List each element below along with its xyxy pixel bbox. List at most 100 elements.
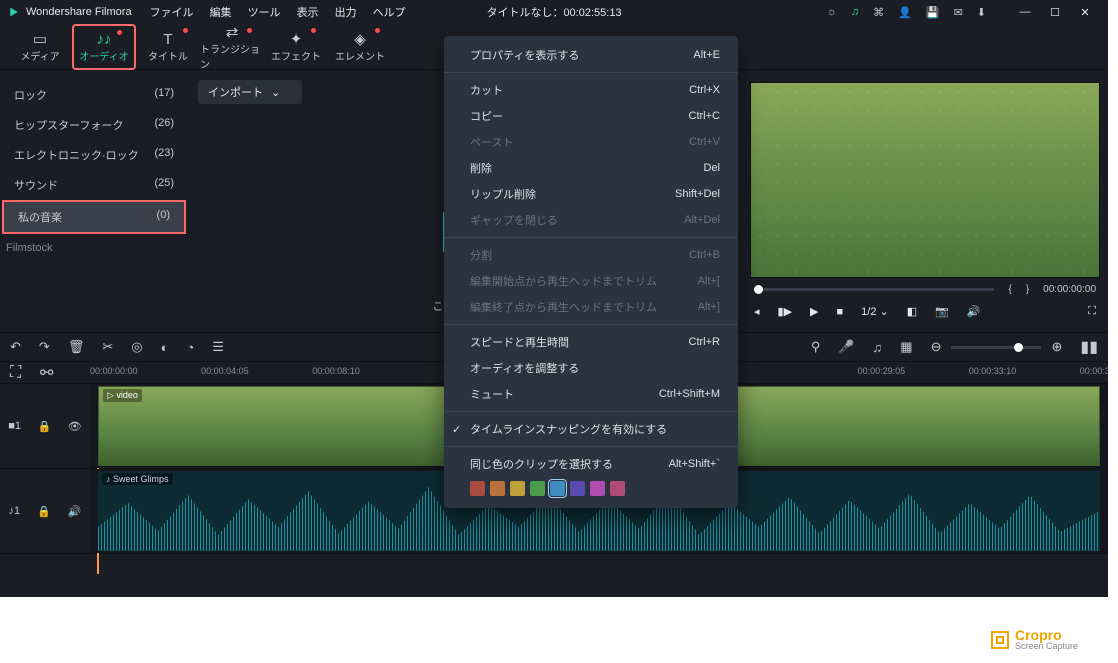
- cat-elecrock[interactable]: エレクトロニック·ロック(23): [0, 140, 188, 170]
- menu-tool[interactable]: ツール: [248, 4, 281, 20]
- ruler-chain-icon[interactable]: ⚯: [40, 363, 53, 383]
- brightness-icon[interactable]: ☼: [827, 6, 837, 18]
- menu-edit[interactable]: 編集: [210, 4, 232, 20]
- app-logo-icon: [8, 6, 20, 18]
- color-swatch[interactable]: [530, 481, 545, 496]
- play-back-icon[interactable]: ▮▶: [778, 305, 793, 318]
- import-button[interactable]: インポート⌄: [198, 80, 302, 104]
- brace-left: {: [1008, 284, 1011, 295]
- download-icon[interactable]: ⬇: [977, 6, 986, 19]
- prev-frame-icon[interactable]: ◂: [754, 305, 760, 318]
- ctx-speed[interactable]: スピードと再生時間Ctrl+R: [444, 329, 738, 355]
- visible-icon[interactable]: 👁: [68, 420, 82, 433]
- ruler-link-icon[interactable]: ⛶: [10, 364, 21, 382]
- headphones-icon[interactable]: ♫: [851, 6, 859, 18]
- color-icon[interactable]: ◐: [161, 340, 169, 355]
- color-swatch[interactable]: [510, 481, 525, 496]
- account-icon[interactable]: 👤: [898, 6, 912, 19]
- preview-slider[interactable]: [754, 288, 994, 291]
- undo-icon[interactable]: ↶: [10, 339, 21, 355]
- gift-icon[interactable]: ⌘: [873, 6, 884, 19]
- cat-sound[interactable]: サウンド(25): [0, 170, 188, 200]
- preview-ratio[interactable]: 1/2 ⌄: [861, 305, 889, 318]
- zoom-in-icon[interactable]: ⊕: [1051, 339, 1062, 355]
- lock-icon[interactable]: 🔒: [37, 505, 51, 518]
- mic-icon[interactable]: 🎤: [838, 339, 854, 355]
- filmora-window: Wondershare Filmora ファイル 編集 ツール 表示 出力 ヘル…: [0, 0, 1108, 597]
- quality-icon[interactable]: ◧: [907, 305, 917, 318]
- ctx-color-select[interactable]: 同じ色のクリップを選択するAlt+Shift+`: [444, 451, 738, 477]
- brace-right: }: [1026, 284, 1029, 295]
- ctx-mute[interactable]: ミュートCtrl+Shift+M: [444, 381, 738, 407]
- menu-view[interactable]: 表示: [297, 4, 319, 20]
- minimize-button[interactable]: —: [1010, 6, 1040, 19]
- mail-icon[interactable]: ✉: [954, 6, 963, 19]
- maximize-button[interactable]: ☐: [1040, 6, 1070, 19]
- color-swatch[interactable]: [590, 481, 605, 496]
- time-icon[interactable]: ◔: [186, 340, 194, 355]
- preview-viewport[interactable]: [750, 82, 1100, 278]
- save-icon[interactable]: 💾: [926, 6, 940, 19]
- redo-icon[interactable]: ↷: [39, 339, 50, 355]
- tick: 00:00:29:05: [858, 366, 906, 376]
- ctx-copy[interactable]: コピーCtrl+C: [444, 103, 738, 129]
- color-swatch[interactable]: [470, 481, 485, 496]
- cat-rock[interactable]: ロック(17): [0, 80, 188, 110]
- ctx-props[interactable]: プロパティを表示するAlt+E: [444, 42, 738, 68]
- fullscreen-icon[interactable]: ⛶: [1088, 305, 1096, 318]
- ctx-trim-end: 編集終了点から再生ヘッドまでトリムAlt+]: [444, 294, 738, 320]
- watermark: Cropro Screen Capture: [991, 628, 1078, 651]
- menu-export[interactable]: 出力: [335, 4, 357, 20]
- color-swatch[interactable]: [490, 481, 505, 496]
- zoom-slider[interactable]: [951, 346, 1041, 349]
- titlebar: Wondershare Filmora ファイル 編集 ツール 表示 出力 ヘル…: [0, 0, 1108, 24]
- play-icon[interactable]: ▶: [810, 305, 818, 318]
- snapshot-icon[interactable]: 📷: [935, 305, 949, 318]
- thumbnail-icon[interactable]: ▮▮: [1080, 337, 1098, 357]
- settings-icon[interactable]: ☰: [212, 339, 224, 355]
- ctx-snap[interactable]: ✓タイムラインスナッピングを有効にする: [444, 416, 738, 442]
- tab-transition[interactable]: ⇄トランジション: [200, 24, 264, 70]
- ctx-audio-adjust[interactable]: オーディオを調整する: [444, 355, 738, 381]
- zoom-out-icon[interactable]: ⊖: [931, 339, 942, 355]
- tab-audio[interactable]: ♪♪オーディオ: [72, 24, 136, 70]
- preview-controls: ◂ ▮▶ ▶ ■ 1/2 ⌄ ◧ 📷 🔊 ⛶: [742, 301, 1108, 324]
- marker-icon[interactable]: ⚲: [811, 339, 821, 355]
- clip-label: ♪ Sweet Glimps: [102, 473, 173, 485]
- ctx-trim-start: 編集開始点から再生ヘッドまでトリムAlt+[: [444, 268, 738, 294]
- tick: 00:00:00:00: [90, 366, 138, 376]
- track-label: ■1: [8, 420, 21, 432]
- color-swatch[interactable]: [610, 481, 625, 496]
- eye-icon[interactable]: ◎: [131, 339, 142, 355]
- menu-file[interactable]: ファイル: [150, 4, 194, 20]
- audio-track-head: ♪1 🔒 🔊: [0, 469, 90, 553]
- cut-icon[interactable]: ✂: [102, 339, 113, 355]
- ctx-delete[interactable]: 削除Del: [444, 155, 738, 181]
- color-swatch[interactable]: [570, 481, 585, 496]
- tab-effect[interactable]: ✦エフェクト: [264, 24, 328, 70]
- tick: 00:00:04:05: [201, 366, 249, 376]
- music-icon[interactable]: ♫: [873, 340, 883, 355]
- lock-icon[interactable]: 🔒: [38, 420, 52, 433]
- filmstock-label[interactable]: Filmstock: [0, 234, 188, 254]
- mute-icon[interactable]: 🔊: [68, 505, 82, 518]
- cat-my-music[interactable]: 私の音楽(0): [2, 200, 186, 234]
- volume-icon[interactable]: 🔊: [967, 305, 981, 318]
- titlebar-right: ☼ ♫ ⌘ 👤 💾 ✉ ⬇ — ☐ ✕: [827, 6, 1100, 19]
- category-sidebar: ロック(17) ヒップスターフォーク(26) エレクトロニック·ロック(23) …: [0, 70, 188, 332]
- tab-element[interactable]: ◈エレメント: [328, 24, 392, 70]
- ctx-cut[interactable]: カットCtrl+X: [444, 77, 738, 103]
- color-swatch[interactable]: [550, 481, 565, 496]
- delete-icon[interactable]: 🗑: [68, 339, 85, 355]
- menu-help[interactable]: ヘルプ: [373, 4, 406, 20]
- tab-title[interactable]: Tタイトル: [136, 24, 200, 70]
- cat-hipster[interactable]: ヒップスターフォーク(26): [0, 110, 188, 140]
- tick: 00:00:33:10: [969, 366, 1017, 376]
- watermark-sub: Screen Capture: [1015, 642, 1078, 651]
- ctx-ripple-delete[interactable]: リップル削除Shift+Del: [444, 181, 738, 207]
- stop-icon[interactable]: ■: [837, 306, 844, 318]
- tab-media[interactable]: ▭メディア: [8, 24, 72, 70]
- film-icon[interactable]: ▦: [900, 339, 912, 355]
- close-button[interactable]: ✕: [1070, 6, 1100, 19]
- project-title: タイトルなし：00:02:55:13: [486, 4, 621, 20]
